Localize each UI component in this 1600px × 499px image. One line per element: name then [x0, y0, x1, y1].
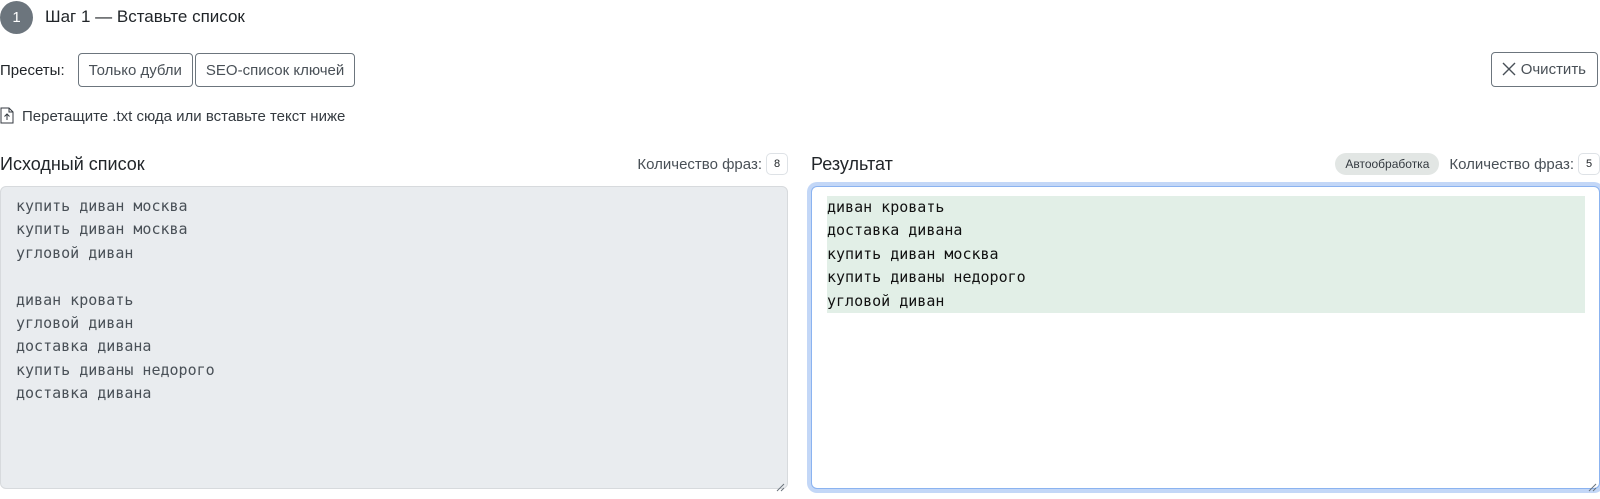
source-count: Количество фраз: 8	[637, 150, 788, 178]
presets-row: Пресеты: Только дубли SEO-список ключей	[0, 52, 357, 88]
drop-hint-text: Перетащите .txt сюда или вставьте текст …	[22, 107, 346, 125]
source-panel-header: Исходный список Количество фраз: 8	[0, 150, 788, 178]
result-count: Автообработка Количество фраз: 5	[1335, 150, 1600, 178]
result-textarea[interactable]: диван кровать доставка дивана купить див…	[811, 186, 1600, 492]
source-line: угловой диван	[16, 243, 134, 262]
source-line: диван кровать	[16, 290, 134, 309]
close-icon	[1502, 61, 1516, 79]
result-line: диван кровать	[827, 196, 1585, 220]
resize-grip-icon[interactable]	[775, 476, 785, 492]
result-line: купить диван москва	[827, 242, 1585, 267]
source-textarea[interactable]: купить диван москва купить диван москва …	[0, 186, 788, 492]
preset-duplicates-only-button[interactable]: Только дубли	[77, 53, 193, 87]
result-count-label: Количество фраз:	[1449, 155, 1574, 173]
source-line: угловой диван	[16, 313, 134, 332]
presets-label: Пресеты:	[0, 61, 65, 79]
resize-grip-icon[interactable]	[1587, 476, 1597, 492]
clear-button-label: Очистить	[1520, 61, 1586, 78]
result-line: угловой диван	[827, 289, 1585, 313]
step-header: 1 Шаг 1 — Вставьте список	[0, 0, 245, 34]
result-title: Результат	[811, 153, 893, 174]
source-line: купить диван москва	[16, 197, 188, 215]
file-upload-icon	[0, 107, 16, 125]
source-line: доставка дивана	[16, 337, 152, 356]
clear-button[interactable]: Очистить	[1490, 52, 1598, 87]
source-title: Исходный список	[0, 153, 145, 174]
result-panel-header: Результат Автообработка Количество фраз:…	[811, 150, 1600, 178]
step-number-badge: 1	[0, 0, 33, 34]
result-line: доставка дивана	[827, 219, 1585, 243]
source-line	[16, 265, 787, 288]
drop-zone-hint[interactable]: Перетащите .txt сюда или вставьте текст …	[0, 107, 345, 125]
preset-seo-keywords-button[interactable]: SEO-список ключей	[194, 53, 356, 87]
auto-processing-badge: Автообработка	[1335, 153, 1440, 175]
source-count-label: Количество фраз:	[637, 155, 762, 173]
source-count-badge: 8	[766, 153, 788, 175]
source-line: купить диваны недорого	[16, 360, 215, 379]
result-count-badge: 5	[1578, 153, 1600, 175]
step-title: Шаг 1 — Вставьте список	[45, 7, 245, 26]
source-line: купить диван москва	[16, 220, 188, 239]
source-line: доставка дивана	[16, 384, 152, 403]
result-line: купить диваны недорого	[827, 266, 1585, 290]
